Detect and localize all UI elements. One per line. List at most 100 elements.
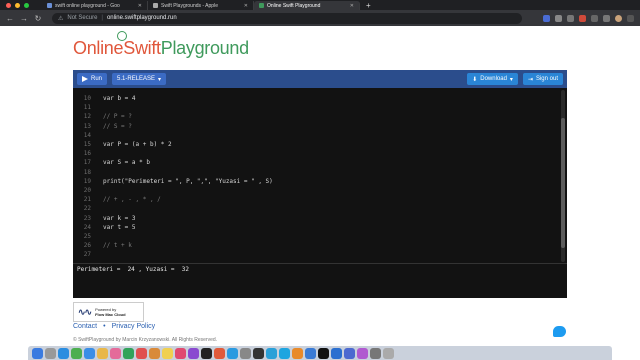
editor-scrollbar-thumb[interactable] xyxy=(561,118,565,248)
macos-dock xyxy=(28,346,612,360)
chevron-down-icon: ▾ xyxy=(158,76,162,83)
code-area[interactable]: 10 var b = 4 11 12// P = ? 13// S = ? 14 15 var… xyxy=(73,88,567,330)
tab-google-search[interactable]: swift online playground - Goo ✕ xyxy=(42,1,148,10)
url-separator: | xyxy=(101,15,103,21)
menu-icon[interactable] xyxy=(627,14,634,22)
download-icon: ⬇ xyxy=(472,76,478,83)
notes-icon[interactable] xyxy=(162,347,173,359)
photos-icon[interactable] xyxy=(110,347,121,359)
run-button[interactable]: Run xyxy=(77,73,108,85)
sign-out-icon: ⇥ xyxy=(527,76,533,83)
editor-toolbar: Run 5.1-RELEASE ▾ ⬇ Download ▾ ⇥ Sign ou… xyxy=(73,70,567,88)
downloads-folder-icon[interactable] xyxy=(370,347,381,359)
apple-tv-icon[interactable] xyxy=(201,347,212,359)
reload-icon[interactable]: ↻ xyxy=(34,14,42,23)
browser-tab-bar: swift online playground - Goo ✕ Swift Pl… xyxy=(0,0,640,10)
xcode-icon[interactable] xyxy=(279,347,290,359)
trash-icon[interactable] xyxy=(383,347,394,359)
logo-text-online: Online xyxy=(73,38,124,58)
podcasts-icon[interactable] xyxy=(188,347,199,359)
system-preferences-icon[interactable] xyxy=(240,347,251,359)
tab-title: Swift Playgrounds - Apple xyxy=(161,2,218,9)
bookmark-star-icon[interactable] xyxy=(567,14,574,22)
forward-arrow-icon[interactable]: → xyxy=(20,14,28,23)
zoom-icon[interactable] xyxy=(331,347,342,359)
close-tab-icon[interactable]: ✕ xyxy=(138,3,142,9)
close-window-button[interactable] xyxy=(6,2,11,8)
separator-dot: • xyxy=(103,323,106,330)
footer-links: Contact • Privacy Policy xyxy=(73,323,155,330)
extension-icons xyxy=(543,14,634,22)
google-favicon-icon xyxy=(47,3,52,8)
tab-swift-playgrounds-apple[interactable]: Swift Playgrounds - Apple ✕ xyxy=(148,1,254,10)
calendar-icon[interactable] xyxy=(136,347,147,359)
tab-title: swift online playground - Goo xyxy=(55,2,120,9)
chatgpt-icon[interactable] xyxy=(253,347,264,359)
app-icon[interactable] xyxy=(344,347,355,359)
playground-favicon-icon xyxy=(259,3,264,8)
sign-out-label: Sign out xyxy=(535,76,558,82)
news-icon[interactable] xyxy=(214,347,225,359)
swift-playgrounds-icon[interactable] xyxy=(292,347,303,359)
finder-icon[interactable] xyxy=(32,347,43,359)
back-arrow-icon[interactable]: ← xyxy=(6,14,14,23)
badge-line-2: Flow Mac Cloud xyxy=(95,312,126,317)
contact-link[interactable]: Contact xyxy=(73,323,97,330)
facetime-icon[interactable] xyxy=(123,347,134,359)
close-tab-icon[interactable]: ✕ xyxy=(244,3,248,9)
tab-title: Online Swift Playground xyxy=(267,2,321,9)
window-controls xyxy=(0,2,42,8)
tab-online-swift-playground[interactable]: Online Swift Playground ✕ xyxy=(254,1,360,10)
zoom-window-button[interactable] xyxy=(24,2,29,8)
mail-icon[interactable] xyxy=(84,347,95,359)
download-label: Download xyxy=(480,76,507,82)
code-line[interactable]: 27 xyxy=(73,250,559,260)
chrome-icon[interactable] xyxy=(305,347,316,359)
console-output: Perimeteri = 24 , Yuzasi = 32 xyxy=(77,266,189,273)
sidebar-icon[interactable] xyxy=(603,14,610,22)
browser-toolbar: ← → ↻ ⚠ Not Secure | online.swiftplaygro… xyxy=(0,10,640,26)
twitter-icon[interactable] xyxy=(553,326,566,337)
maps-icon[interactable] xyxy=(97,347,108,359)
version-label: 5.1-RELEASE xyxy=(117,76,156,82)
privacy-policy-link[interactable]: Privacy Policy xyxy=(112,323,156,330)
telegram-icon[interactable] xyxy=(266,347,277,359)
share-icon[interactable] xyxy=(555,14,562,22)
macstadium-logo-icon: ∿∿ xyxy=(78,306,92,317)
chevron-down-icon: ▾ xyxy=(509,76,513,83)
minimize-window-button[interactable] xyxy=(15,2,20,8)
url-text: online.swiftplayground.run xyxy=(106,15,177,21)
play-icon xyxy=(82,76,88,82)
powered-by-badge[interactable]: ∿∿ Powered by Flow Mac Cloud xyxy=(73,302,144,322)
extension-icon[interactable] xyxy=(579,14,586,22)
output-divider[interactable] xyxy=(73,263,567,264)
apple-favicon-icon xyxy=(153,3,158,8)
new-tab-button[interactable]: + xyxy=(360,1,371,10)
app-store-icon[interactable] xyxy=(227,347,238,359)
terminal-icon[interactable] xyxy=(318,347,329,359)
run-label: Run xyxy=(91,76,103,82)
site-logo[interactable]: OnlineSwiftPlayground xyxy=(73,38,249,59)
extension-icon[interactable] xyxy=(543,14,550,22)
copyright-text: © SwiftPlayground by Marcin Krzyzanowski… xyxy=(73,337,218,343)
safari-icon[interactable] xyxy=(58,347,69,359)
version-dropdown[interactable]: 5.1-RELEASE ▾ xyxy=(112,73,167,85)
puzzle-icon[interactable] xyxy=(591,14,598,22)
warning-icon: ⚠ xyxy=(58,15,64,22)
avatar[interactable] xyxy=(615,14,622,22)
contacts-icon[interactable] xyxy=(149,347,160,359)
music-icon[interactable] xyxy=(175,347,186,359)
logo-text-swift: Swift xyxy=(123,38,161,58)
code-editor[interactable]: 10 var b = 4 11 12// P = ? 13// S = ? 14 15 var… xyxy=(73,88,559,263)
messages-icon[interactable] xyxy=(71,347,82,359)
sign-out-button[interactable]: ⇥ Sign out xyxy=(522,73,563,85)
address-bar[interactable]: ⚠ Not Secure | online.swiftplayground.ru… xyxy=(52,12,522,24)
logo-text-playground: Playground xyxy=(160,38,249,58)
security-status: Not Secure xyxy=(67,15,98,21)
close-tab-icon[interactable]: ✕ xyxy=(350,3,354,9)
line-number: 27 xyxy=(83,251,91,259)
code-editor-panel: Run 5.1-RELEASE ▾ ⬇ Download ▾ ⇥ Sign ou… xyxy=(73,70,567,298)
app-icon[interactable] xyxy=(357,347,368,359)
launchpad-icon[interactable] xyxy=(45,347,56,359)
download-dropdown[interactable]: ⬇ Download ▾ xyxy=(467,73,518,85)
